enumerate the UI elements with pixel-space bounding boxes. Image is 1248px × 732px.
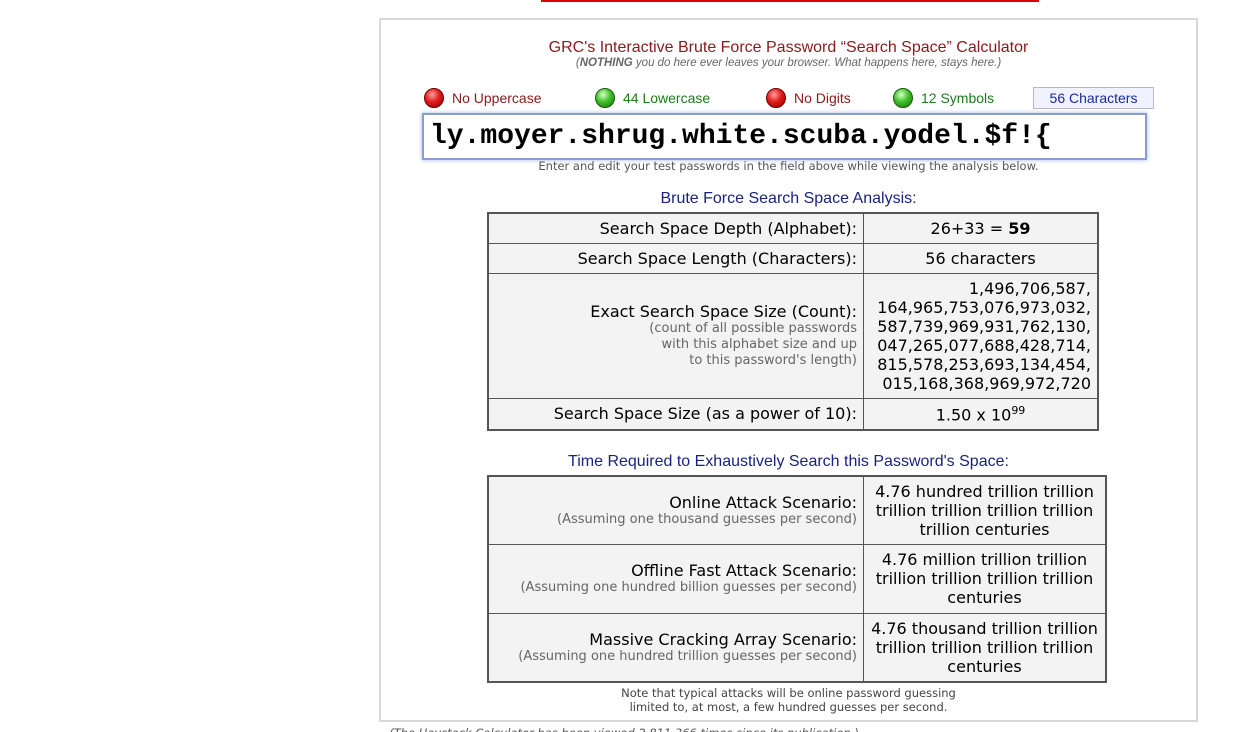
green-status-icon bbox=[893, 88, 913, 108]
indicator-label: 44 Lowercase bbox=[623, 90, 711, 106]
scenario-value: 4.76 hundred trillion trillion trillion … bbox=[863, 475, 1107, 545]
analysis-table: Search Space Depth (Alphabet): 26+33 = 5… bbox=[487, 212, 1099, 431]
table-row: Online Attack Scenario: (Assuming one th… bbox=[487, 475, 1107, 545]
table-row: Offline Fast Attack Scenario: (Assuming … bbox=[487, 543, 1107, 614]
length-value: 56 characters bbox=[863, 242, 1099, 274]
power-exponent: 99 bbox=[1011, 403, 1026, 417]
green-status-icon bbox=[595, 88, 615, 108]
scenario-label: Online Attack Scenario: bbox=[669, 492, 857, 512]
table-row: Search Space Depth (Alphabet): 26+33 = 5… bbox=[487, 212, 1099, 244]
calculator-panel: GRC's Interactive Brute Force Password “… bbox=[379, 18, 1198, 722]
count-label: Exact Search Space Size (Count): bbox=[590, 302, 857, 321]
table-row: Search Space Length (Characters): 56 cha… bbox=[487, 242, 1099, 274]
password-hint: Enter and edit your test passwords in th… bbox=[538, 159, 1039, 173]
top-accent-bar bbox=[541, 0, 1039, 2]
count-line: 1,496,706,587, bbox=[968, 278, 1091, 298]
scenario-note: (Assuming one hundred billion guesses pe… bbox=[520, 580, 857, 595]
count-line: 015,168,368,969,972,720 bbox=[882, 373, 1091, 393]
count-note-1: (count of all possible passwords bbox=[649, 321, 857, 336]
depth-formula: 26+33 = bbox=[930, 218, 1009, 238]
page-title: GRC's Interactive Brute Force Password “… bbox=[548, 39, 1029, 56]
count-value: 1,496,706,587, 164,965,753,076,973,032, … bbox=[863, 272, 1099, 399]
time-table: Online Attack Scenario: (Assuming one th… bbox=[487, 475, 1107, 683]
indicator-digits: No Digits bbox=[766, 87, 851, 109]
count-line: 164,965,753,076,973,032, bbox=[877, 297, 1091, 317]
indicator-lowercase: 44 Lowercase bbox=[595, 87, 710, 109]
power-label: Search Space Size (as a power of 10): bbox=[487, 397, 864, 431]
view-count-footer: (The Haystack Calculator has been viewed… bbox=[0, 724, 1248, 732]
scenario-label-cell: Offline Fast Attack Scenario: (Assuming … bbox=[487, 543, 864, 614]
count-line: 587,739,969,931,762,130, bbox=[877, 316, 1091, 336]
count-note-2: with this alphabet size and up bbox=[661, 337, 857, 352]
scenario-value: 4.76 million trillion trillion trillion … bbox=[863, 543, 1107, 614]
analysis-heading: Brute Force Search Space Analysis: bbox=[660, 190, 917, 207]
indicator-label: No Uppercase bbox=[452, 90, 542, 106]
power-value: 1.50 x 1099 bbox=[863, 397, 1099, 431]
table-row: Exact Search Space Size (Count): (count … bbox=[487, 272, 1099, 399]
indicator-symbols: 12 Symbols bbox=[893, 87, 994, 109]
depth-total: 59 bbox=[1008, 218, 1031, 238]
note-line-1: Note that typical attacks will be online… bbox=[621, 686, 956, 700]
time-heading: Time Required to Exhaustively Search thi… bbox=[568, 453, 1009, 470]
scenario-note: (Assuming one hundred trillion guesses p… bbox=[518, 648, 857, 664]
count-label-cell: Exact Search Space Size (Count): (count … bbox=[487, 272, 864, 399]
scenario-label-cell: Online Attack Scenario: (Assuming one th… bbox=[487, 475, 864, 545]
password-input[interactable]: ly.moyer.shrug.white.scuba.yodel.$f!{ bbox=[422, 113, 1147, 160]
indicator-label: 12 Symbols bbox=[921, 90, 995, 106]
length-label: Search Space Length (Characters): bbox=[487, 242, 864, 274]
subtitle-emphasis: NOTHING bbox=[579, 57, 633, 69]
scenario-value: 4.76 thousand trillion trillion trillion… bbox=[863, 612, 1107, 683]
subtitle-text: you do here ever leaves your browser. Wh… bbox=[635, 57, 998, 69]
count-note-3: to this password's length) bbox=[689, 353, 857, 368]
scenario-note: (Assuming one thousand guesses per secon… bbox=[557, 511, 857, 527]
attack-note: Note that typical attacks will be online… bbox=[381, 686, 1196, 714]
scenario-label: Offline Fast Attack Scenario: bbox=[631, 561, 857, 580]
privacy-subtitle: (NOTHING you do here ever leaves your br… bbox=[575, 57, 1002, 69]
depth-label: Search Space Depth (Alphabet): bbox=[487, 212, 864, 244]
table-row: Massive Cracking Array Scenario: (Assumi… bbox=[487, 612, 1107, 683]
table-row: Search Space Size (as a power of 10): 1.… bbox=[487, 397, 1099, 431]
count-line: 047,265,077,688,428,714, bbox=[877, 335, 1091, 355]
count-line: 815,578,253,693,134,454, bbox=[877, 354, 1091, 374]
depth-value: 26+33 = 59 bbox=[863, 212, 1099, 244]
scenario-label: Massive Cracking Array Scenario: bbox=[589, 629, 857, 649]
power-mantissa: 1.50 x 10 bbox=[935, 404, 1012, 424]
scenario-label-cell: Massive Cracking Array Scenario: (Assumi… bbox=[487, 612, 864, 683]
indicator-label: No Digits bbox=[794, 90, 851, 106]
indicator-uppercase: No Uppercase bbox=[424, 87, 542, 109]
red-status-icon bbox=[766, 88, 786, 108]
red-status-icon bbox=[424, 88, 444, 108]
note-line-2: limited to, at most, a few hundred guess… bbox=[629, 700, 948, 714]
character-count-badge: 56 Characters bbox=[1033, 87, 1154, 109]
